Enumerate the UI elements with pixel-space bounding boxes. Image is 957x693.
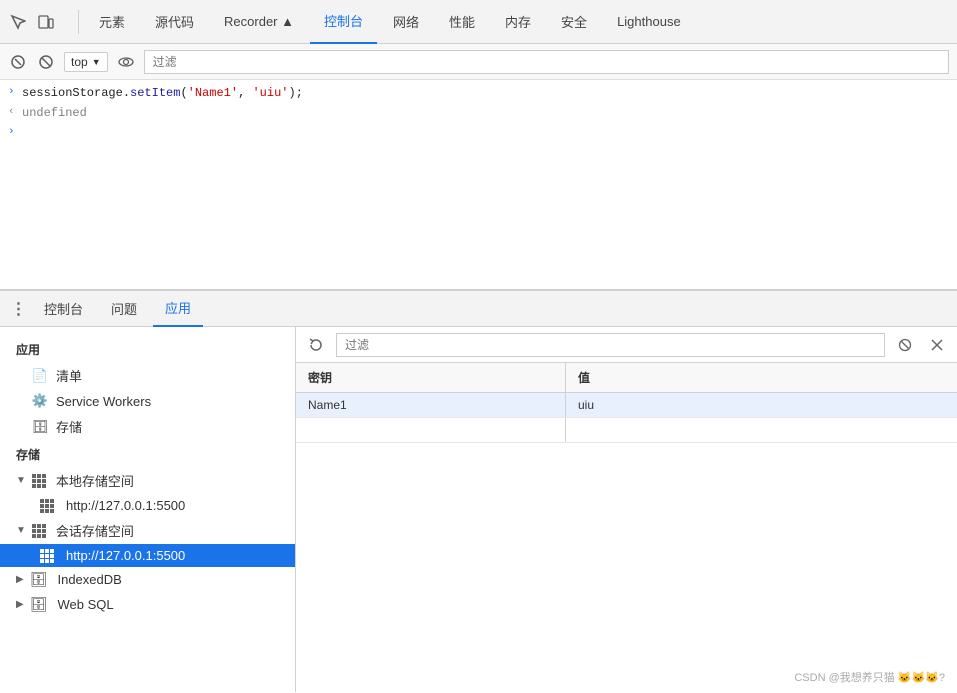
refresh-button[interactable] bbox=[304, 333, 328, 357]
sidebar-item-manifest[interactable]: 📄 清单 bbox=[0, 362, 295, 389]
bottom-tabs: ⋮ 控制台 问题 应用 bbox=[0, 291, 957, 327]
panel-filter-input[interactable] bbox=[336, 333, 885, 357]
watermark: CSDN @我想养只猫 🐱🐱🐱? bbox=[794, 669, 945, 685]
sidebar-session-storage-group[interactable]: ▼ 会话存储空间 bbox=[0, 517, 295, 544]
sidebar: 应用 📄 清单 ⚙️ Service Workers 🗄 存储 存储 ▼ bbox=[0, 327, 296, 692]
console-line-3: › bbox=[0, 124, 957, 144]
sidebar-item-storage[interactable]: 🗄 存储 bbox=[0, 413, 295, 440]
expand-arrow-session: ▼ bbox=[16, 525, 26, 536]
more-options-button[interactable]: ⋮ bbox=[8, 299, 28, 319]
sidebar-indexed-db-label: IndexedDB bbox=[57, 572, 121, 587]
table-cell-key-0: Name1 bbox=[296, 393, 566, 417]
console-arrow-1: › bbox=[8, 86, 22, 98]
db-icon-indexed: 🗄 bbox=[30, 571, 48, 588]
bottom-tab-issues[interactable]: 问题 bbox=[99, 291, 149, 327]
block-icon[interactable] bbox=[36, 52, 56, 72]
block-panel-button[interactable] bbox=[893, 333, 917, 357]
bottom-content: 应用 📄 清单 ⚙️ Service Workers 🗄 存储 存储 ▼ bbox=[0, 327, 957, 692]
table-cell-value-empty bbox=[566, 418, 957, 442]
db-icon: 🗄 bbox=[32, 419, 48, 435]
close-panel-button[interactable] bbox=[925, 333, 949, 357]
table-header: 密钥 值 bbox=[296, 363, 957, 393]
tab-network[interactable]: 网络 bbox=[379, 0, 433, 44]
inspect-icon[interactable] bbox=[8, 12, 28, 32]
sidebar-item-storage-label: 存储 bbox=[56, 417, 82, 436]
file-icon: 📄 bbox=[32, 368, 48, 384]
tab-sources[interactable]: 源代码 bbox=[141, 0, 208, 44]
bottom-panel: ⋮ 控制台 问题 应用 应用 📄 清单 ⚙️ Service Workers 🗄… bbox=[0, 290, 957, 692]
grid-icon-local-url bbox=[40, 499, 54, 513]
sidebar-item-service-workers[interactable]: ⚙️ Service Workers bbox=[0, 389, 295, 413]
sidebar-session-storage-url-label: http://127.0.0.1:5500 bbox=[66, 548, 185, 563]
expand-arrow-indexeddb: ▶ bbox=[16, 574, 24, 585]
grid-icon-local bbox=[32, 474, 46, 488]
console-content: › sessionStorage.setItem('Name1', 'uiu')… bbox=[0, 80, 957, 290]
expand-arrow-websql: ▶ bbox=[16, 599, 24, 610]
console-arrow-2: ‹ bbox=[8, 106, 22, 118]
tab-memory[interactable]: 内存 bbox=[491, 0, 545, 44]
clear-console-button[interactable] bbox=[8, 52, 28, 72]
top-nav-bar: 元素 源代码 Recorder ▲ 控制台 网络 性能 内存 安全 Lighth… bbox=[0, 0, 957, 44]
table-header-key: 密钥 bbox=[296, 363, 566, 392]
data-table: 密钥 值 Name1 uiu bbox=[296, 363, 957, 692]
table-row-empty bbox=[296, 418, 957, 443]
sidebar-local-storage-url-label: http://127.0.0.1:5500 bbox=[66, 498, 185, 513]
expand-arrow-local: ▼ bbox=[16, 475, 26, 486]
sidebar-web-sql-label: Web SQL bbox=[57, 597, 113, 612]
nav-tabs: 元素 源代码 Recorder ▲ 控制台 网络 性能 内存 安全 Lighth… bbox=[85, 0, 695, 43]
console-input-prompt[interactable] bbox=[22, 126, 949, 140]
nav-icons bbox=[8, 12, 56, 32]
table-cell-key-empty bbox=[296, 418, 566, 442]
grid-icon-session-url bbox=[40, 549, 54, 563]
tab-console[interactable]: 控制台 bbox=[310, 0, 377, 44]
sidebar-web-sql-group[interactable]: ▶ 🗄 Web SQL bbox=[0, 592, 295, 617]
bottom-tab-application[interactable]: 应用 bbox=[153, 291, 203, 327]
tab-performance[interactable]: 性能 bbox=[435, 0, 489, 44]
tab-lighthouse[interactable]: Lighthouse bbox=[603, 0, 695, 44]
console-result-1: undefined bbox=[22, 106, 949, 120]
table-header-value: 值 bbox=[566, 363, 957, 392]
nav-divider bbox=[78, 10, 79, 34]
tab-security[interactable]: 安全 bbox=[547, 0, 601, 44]
device-toggle-icon[interactable] bbox=[36, 12, 56, 32]
db-icon-websql: 🗄 bbox=[30, 596, 48, 613]
table-row[interactable]: Name1 uiu bbox=[296, 393, 957, 418]
table-cell-value-0: uiu bbox=[566, 393, 957, 417]
tab-elements[interactable]: 元素 bbox=[85, 0, 139, 44]
console-code-1: sessionStorage.setItem('Name1', 'uiu'); bbox=[22, 86, 949, 100]
sidebar-local-storage-group[interactable]: ▼ 本地存储空间 bbox=[0, 467, 295, 494]
grid-icon-session bbox=[32, 524, 46, 538]
bottom-tab-console[interactable]: 控制台 bbox=[32, 291, 95, 327]
main-panel: 密钥 值 Name1 uiu bbox=[296, 327, 957, 692]
console-arrow-3: › bbox=[8, 126, 22, 138]
sidebar-session-storage-label: 会话存储空间 bbox=[56, 521, 134, 540]
eye-icon[interactable] bbox=[116, 52, 136, 72]
console-toolbar: top ▼ bbox=[0, 44, 957, 80]
sidebar-session-storage-url[interactable]: http://127.0.0.1:5500 bbox=[0, 544, 295, 567]
sidebar-storage-section-title: 存储 bbox=[0, 440, 295, 467]
sidebar-item-service-workers-label: Service Workers bbox=[56, 394, 151, 409]
sidebar-app-section-title: 应用 bbox=[0, 335, 295, 362]
console-filter-input[interactable] bbox=[144, 50, 949, 74]
sidebar-item-manifest-label: 清单 bbox=[56, 366, 82, 385]
sidebar-indexed-db-group[interactable]: ▶ 🗄 IndexedDB bbox=[0, 567, 295, 592]
console-line-2: ‹ undefined bbox=[0, 104, 957, 124]
gear-icon: ⚙️ bbox=[32, 393, 48, 409]
context-selector[interactable]: top ▼ bbox=[64, 52, 108, 72]
sidebar-local-storage-label: 本地存储空间 bbox=[56, 471, 134, 490]
sidebar-local-storage-url[interactable]: http://127.0.0.1:5500 bbox=[0, 494, 295, 517]
tab-recorder[interactable]: Recorder ▲ bbox=[210, 0, 308, 44]
panel-toolbar bbox=[296, 327, 957, 363]
console-line-1: › sessionStorage.setItem('Name1', 'uiu')… bbox=[0, 84, 957, 104]
